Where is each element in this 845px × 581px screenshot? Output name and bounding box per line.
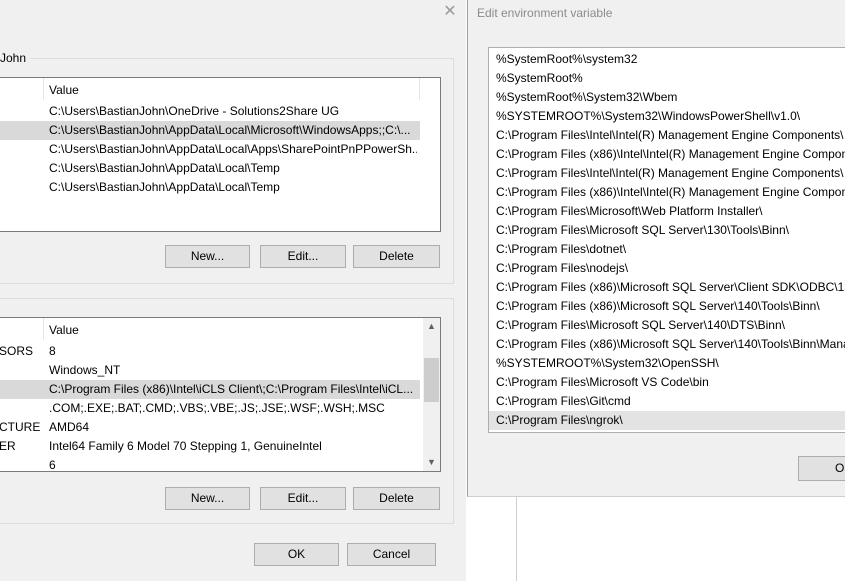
variable-value: C:\Users\BastianJohn\AppData\Local\Micro… xyxy=(49,123,411,137)
user-delete-button[interactable]: Delete xyxy=(353,245,440,268)
path-entry[interactable]: C:\Program Files\Microsoft VS Code\bin xyxy=(489,373,845,392)
variable-value: C:\Program Files (x86)\Intel\iCLS Client… xyxy=(49,382,414,396)
user-edit-button[interactable]: Edit... xyxy=(260,245,346,268)
user-variable-row[interactable]: C:\Users\BastianJohn\AppData\Local\Temp xyxy=(0,159,420,178)
environment-variables-dialog: ✕ John Value C:\Users\BastianJohn\OneDri… xyxy=(0,0,466,581)
path-entry[interactable]: C:\Program Files (x86)\Intel\Intel(R) Ma… xyxy=(489,183,845,202)
cancel-button[interactable]: Cancel xyxy=(347,543,436,566)
dialog-title: Edit environment variable xyxy=(477,6,613,20)
system-edit-button[interactable]: Edit... xyxy=(260,487,346,510)
user-variable-row[interactable]: C:\Users\BastianJohn\AppData\Local\Micro… xyxy=(0,121,420,140)
path-entry[interactable]: C:\Program Files\Intel\Intel(R) Manageme… xyxy=(489,164,845,183)
path-entry[interactable]: %SYSTEMROOT%\System32\WindowsPowerShell\… xyxy=(489,107,845,126)
variable-value: .COM;.EXE;.BAT;.CMD;.VBS;.VBE;.JS;.JSE;.… xyxy=(49,401,385,415)
path-entry[interactable]: %SYSTEMROOT%\System32\OpenSSH\ xyxy=(489,354,845,373)
path-entry[interactable]: C:\Program Files\Microsoft SQL Server\13… xyxy=(489,221,845,240)
edit-ok-button[interactable]: OK xyxy=(798,456,845,481)
system-variable-row[interactable]: ER Intel64 Family 6 Model 70 Stepping 1, … xyxy=(0,437,420,456)
system-variables-list[interactable]: Value SORS 8 Windows_NT C:\Program Files (x… xyxy=(0,317,441,472)
path-entry[interactable]: %SystemRoot%\system32 xyxy=(489,50,845,69)
user-variable-row[interactable]: C:\Users\BastianJohn\OneDrive - Solution… xyxy=(0,102,420,121)
path-entry[interactable]: C:\Program Files\Git\cmd xyxy=(489,392,845,411)
ok-button[interactable]: OK xyxy=(254,543,339,566)
user-variables-header: Value xyxy=(0,78,440,102)
variable-value: 6 xyxy=(49,458,56,472)
system-variables-scrollbar[interactable]: ▲ ▼ xyxy=(423,318,440,471)
path-entry[interactable]: C:\Program Files (x86)\Microsoft SQL Ser… xyxy=(489,335,845,354)
variable-name: ER xyxy=(0,439,16,453)
user-new-button[interactable]: New... xyxy=(165,245,250,268)
scroll-down-icon[interactable]: ▼ xyxy=(423,454,440,471)
path-entry[interactable]: C:\Program Files\ngrok\ xyxy=(489,411,845,430)
path-entries-list[interactable]: %SystemRoot%\system32 %SystemRoot% %System… xyxy=(488,47,845,433)
variable-value: C:\Users\BastianJohn\AppData\Local\Temp xyxy=(49,180,280,194)
value-column-header[interactable]: Value xyxy=(49,83,79,97)
path-entry[interactable]: %SystemRoot% xyxy=(489,69,845,88)
variable-value: C:\Users\BastianJohn\AppData\Local\Apps\… xyxy=(49,142,417,156)
scroll-up-icon[interactable]: ▲ xyxy=(423,318,440,335)
system-variable-row[interactable]: C:\Program Files (x86)\Intel\iCLS Client… xyxy=(0,380,420,399)
path-entry[interactable]: C:\Program Files\dotnet\ xyxy=(489,240,845,259)
path-entry[interactable]: C:\Program Files (x86)\Microsoft SQL Ser… xyxy=(489,278,845,297)
variable-name: CTURE xyxy=(0,420,41,434)
path-entry[interactable]: C:\Program Files (x86)\Intel\Intel(R) Ma… xyxy=(489,145,845,164)
user-variables-list[interactable]: Value C:\Users\BastianJohn\OneDrive - So… xyxy=(0,77,441,232)
value-column-header[interactable]: Value xyxy=(49,323,79,337)
system-new-button[interactable]: New... xyxy=(165,487,250,510)
path-entry[interactable]: C:\Program Files (x86)\Microsoft SQL Ser… xyxy=(489,297,845,316)
path-entry[interactable]: %SystemRoot%\System32\Wbem xyxy=(489,88,845,107)
variable-value: Intel64 Family 6 Model 70 Stepping 1, Ge… xyxy=(49,439,322,453)
user-variable-row[interactable]: C:\Users\BastianJohn\AppData\Local\Temp xyxy=(0,178,420,197)
path-entry[interactable]: C:\Program Files\Microsoft SQL Server\14… xyxy=(489,316,845,335)
variable-value: AMD64 xyxy=(49,420,90,434)
variable-value: 8 xyxy=(49,344,56,358)
path-entry[interactable]: C:\Program Files\nodejs\ xyxy=(489,259,845,278)
system-variable-row[interactable]: Windows_NT xyxy=(0,361,420,380)
scrollbar-thumb[interactable] xyxy=(424,358,439,402)
variable-name: SORS xyxy=(0,344,34,358)
edit-environment-variable-dialog: Edit environment variable %SystemRoot%\s… xyxy=(467,0,845,497)
system-variable-row[interactable]: 6 xyxy=(0,456,420,472)
system-variable-row[interactable]: CTURE AMD64 xyxy=(0,418,420,437)
variable-value: C:\Users\BastianJohn\AppData\Local\Temp xyxy=(49,161,280,175)
system-variable-row[interactable]: .COM;.EXE;.BAT;.CMD;.VBS;.VBE;.JS;.JSE;.… xyxy=(0,399,420,418)
user-variable-row[interactable]: C:\Users\BastianJohn\AppData\Local\Apps\… xyxy=(0,140,420,159)
variable-value: Windows_NT xyxy=(49,363,121,377)
path-entry[interactable]: C:\Program Files\Intel\Intel(R) Manageme… xyxy=(489,126,845,145)
path-entry[interactable]: C:\Program Files\Microsoft\Web Platform … xyxy=(489,202,845,221)
system-variable-row[interactable]: SORS 8 xyxy=(0,342,420,361)
user-variables-group-label: John xyxy=(0,51,31,66)
system-variables-header: Value xyxy=(0,318,440,342)
variable-value: C:\Users\BastianJohn\OneDrive - Solution… xyxy=(49,104,340,118)
close-icon[interactable]: ✕ xyxy=(440,3,460,23)
system-delete-button[interactable]: Delete xyxy=(353,487,440,510)
